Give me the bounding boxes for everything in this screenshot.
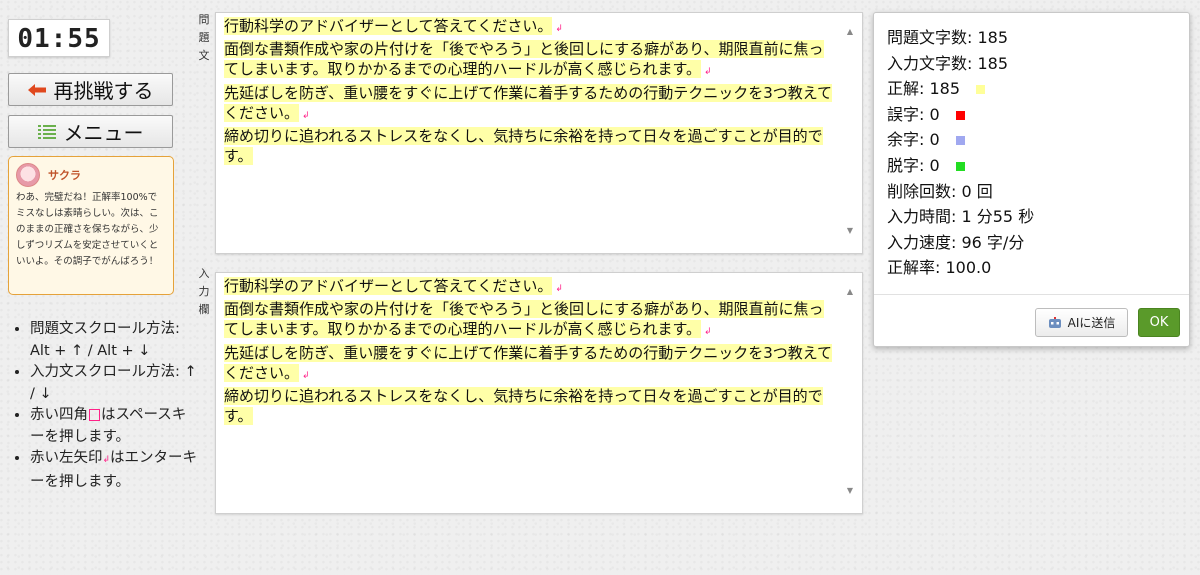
- correct-swatch: [976, 85, 986, 95]
- result-dialog: 問題文字数: 185 入力文字数: 185 正解: 185 誤字: 0 余字: …: [873, 12, 1190, 347]
- stat-time: 入力時間: 1 分55 秒: [887, 207, 1035, 227]
- text-line: 面倒な書類作成や家の片付けを「後でやろう」と後回しにする癖があり、期限直前に焦っ…: [224, 300, 824, 339]
- send-to-ai-button[interactable]: AIに送信: [1035, 308, 1128, 337]
- return-mark-icon: ↲: [555, 24, 563, 34]
- text-line: 先延ばしを防ぎ、重い腰をすぐに上げて作業に着手するための行動テクニックを3つ教え…: [224, 343, 833, 382]
- stat-typo: 誤字: 0: [887, 102, 1176, 128]
- tips-list: 問題文スクロール方法: Alt + ↑ / Alt + ↓ 入力文スクロール方法…: [10, 319, 200, 493]
- return-mark-icon: ↲: [704, 67, 712, 78]
- input-label: 入力欄: [198, 267, 210, 316]
- robot-icon: [1048, 316, 1061, 328]
- space-marker-icon: [89, 409, 100, 421]
- scroll-down-icon[interactable]: ▼: [847, 221, 853, 241]
- return-mark-icon: ↲: [555, 284, 563, 294]
- return-mark-icon: ↲: [302, 110, 310, 121]
- stat-accuracy: 正解率: 100.0: [887, 258, 992, 278]
- text-line: 面倒な書類作成や家の片付けを「後でやろう」と後回しにする癖があり、期限直前に焦っ…: [224, 40, 824, 79]
- stat-deletes: 削除回数: 0 回: [887, 181, 993, 201]
- tip-text: 赤い左矢印: [30, 450, 103, 466]
- send-to-ai-label: AIに送信: [1067, 316, 1116, 330]
- back-arrow-icon: [27, 83, 46, 96]
- ok-button[interactable]: OK: [1138, 308, 1180, 337]
- advisor-name: サクラ: [48, 169, 81, 182]
- scroll-up-icon[interactable]: ▲: [847, 282, 853, 302]
- advisor-panel: サクラ わあ、完璧だね！正解率100%でミスなしは素晴らしい。次は、このままの正…: [8, 156, 174, 295]
- problem-text-area[interactable]: 行動科学のアドバイザーとして答えてください。 ↲ 面倒な書類作成や家の片付けを「後…: [215, 12, 863, 254]
- return-mark-icon: ↲: [302, 370, 310, 381]
- tip-item: 赤い左矢印↲はエンターキーを押します。: [30, 448, 200, 493]
- advisor-message: わあ、完璧だね！正解率100%でミスなしは素晴らしい。次は、このままの正確さを保…: [16, 192, 159, 267]
- retry-button[interactable]: 再挑戦する: [8, 73, 173, 106]
- text-line: 行動科学のアドバイザーとして答えてください。 ↲: [224, 277, 563, 295]
- avatar: [16, 163, 40, 187]
- enter-marker-icon: ↲: [102, 455, 111, 465]
- tip-text: 赤い四角: [30, 407, 88, 423]
- stat-missing: 脱字: 0: [887, 153, 1176, 179]
- problem-label: 問題文: [198, 13, 210, 62]
- tip-item: 入力文スクロール方法: ↑ / ↓: [30, 362, 200, 405]
- input-text-area[interactable]: 行動科学のアドバイザーとして答えてください。 ↲ 面倒な書類作成や家の片付けを「後…: [215, 272, 863, 514]
- stat-extra: 余字: 0: [887, 127, 1176, 153]
- menu-label: メニュー: [63, 121, 144, 145]
- timer-display: 01:55: [8, 19, 110, 57]
- extra-swatch: [955, 136, 965, 146]
- tip-item: 赤い四角はスペースキーを押します。: [30, 405, 200, 448]
- retry-label: 再挑戦する: [53, 79, 154, 103]
- typo-swatch: [955, 110, 965, 120]
- stat-speed: 入力速度: 96 字/分: [887, 232, 1025, 252]
- tip-item: 問題文スクロール方法: Alt + ↑ / Alt + ↓: [30, 319, 200, 362]
- text-line: 締め切りに追われるストレスをなくし、気持ちに余裕を持って日々を過ごすことが目的で…: [224, 387, 823, 426]
- stat-problem-chars: 問題文字数: 185: [887, 28, 1009, 47]
- text-line: 締め切りに追われるストレスをなくし、気持ちに余裕を持って日々を過ごすことが目的で…: [224, 127, 823, 166]
- return-mark-icon: ↲: [704, 327, 712, 338]
- dialog-footer: AIに送信 OK: [874, 294, 1189, 349]
- text-line: 先延ばしを防ぎ、重い腰をすぐに上げて作業に着手するための行動テクニックを3つ教え…: [224, 83, 833, 122]
- text-line: 行動科学のアドバイザーとして答えてください。 ↲: [224, 17, 563, 35]
- scroll-down-icon[interactable]: ▼: [847, 481, 853, 501]
- missing-swatch: [955, 161, 965, 171]
- stat-input-chars: 入力文字数: 185: [887, 53, 1009, 73]
- list-icon: [37, 124, 56, 139]
- scroll-up-icon[interactable]: ▲: [847, 22, 853, 42]
- stat-correct: 正解: 185: [887, 76, 1176, 102]
- menu-button[interactable]: メニュー: [8, 115, 173, 148]
